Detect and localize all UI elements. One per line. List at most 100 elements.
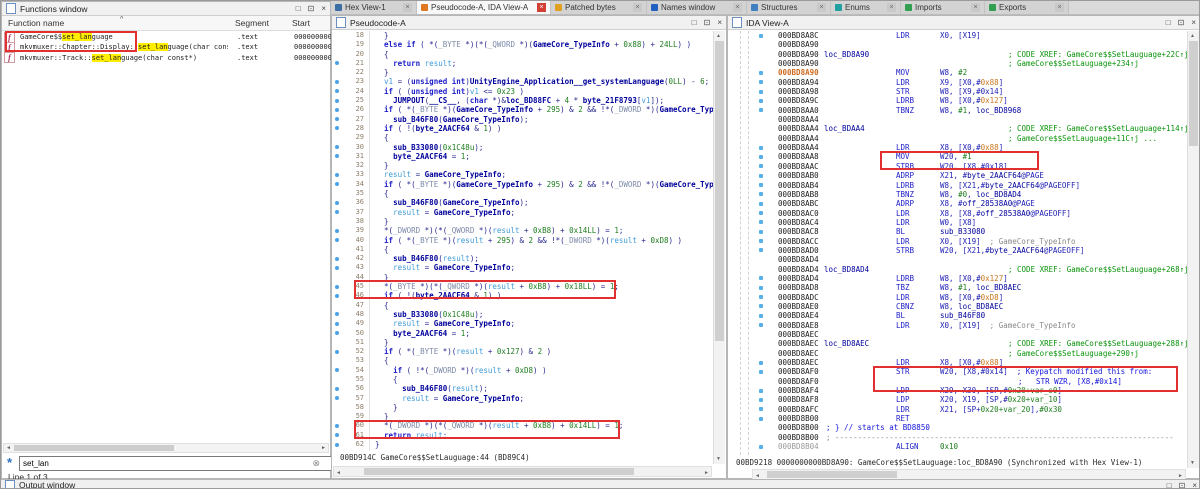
pseudocode-view[interactable]: 18 } 19 else if ( *(_BYTE *)(*(_QWORD *)(…: [332, 31, 713, 451]
pseudocode-line[interactable]: 42 sub_B46F80(result);: [332, 254, 713, 263]
asm-line[interactable]: 000BD8B04 ALIGN 0x10: [728, 442, 1188, 451]
asm-line[interactable]: 000BD8AD0 STRB W20, [X21,#byte_2AACF64@PAG…: [728, 246, 1188, 255]
tab-enums[interactable]: Enums ×: [831, 1, 901, 14]
asm-line[interactable]: 000BD8AA0 TBNZ W8, #1, loc_BD8968: [728, 106, 1188, 115]
clear-search-icon[interactable]: ⊗: [312, 458, 320, 469]
pseudocode-line[interactable]: 47 {: [332, 301, 713, 310]
asm-line[interactable]: 000BD8AA4 loc_BDAA4 ; CODE XREF: GameCore$…: [728, 124, 1188, 133]
close-button[interactable]: ×: [717, 17, 722, 28]
pseudocode-line[interactable]: 37 result = GameCore_TypeInfo;: [332, 208, 713, 217]
tab-close-icon[interactable]: ×: [817, 3, 826, 12]
search-input[interactable]: [19, 456, 336, 471]
asm-line[interactable]: 000BD8AFC LDR X21, [SP+0x20+var_20],#0x30: [728, 405, 1188, 414]
asm-line[interactable]: 000BD8A90: [728, 40, 1188, 49]
restore-button[interactable]: ⊡: [704, 17, 711, 28]
asm-line[interactable]: 000BD8A94 LDR X9, [X0,#0x88]: [728, 78, 1188, 87]
asm-line[interactable]: 000BD8AAC STRB W20, [X8,#0x18]: [728, 162, 1188, 171]
ida-vertical-scrollbar[interactable]: ▲ ▼: [1187, 31, 1199, 468]
asm-line[interactable]: 000BD8AEC loc_BD8AEC ; CODE XREF: GameCore…: [728, 339, 1188, 348]
pseudocode-line[interactable]: 48 sub_B33080(0x1C48u);: [332, 310, 713, 319]
pseudocode-line[interactable]: 20 {: [332, 50, 713, 59]
pseudocode-line[interactable]: 56 sub_B46F80(result);: [332, 384, 713, 393]
pseudocode-line[interactable]: 41 {: [332, 245, 713, 254]
scroll-up-icon[interactable]: ▲: [716, 32, 721, 40]
tab-names-window[interactable]: Names window ×: [647, 1, 747, 14]
functions-horizontal-scrollbar[interactable]: ◄ ►: [3, 443, 329, 453]
scroll-right-icon[interactable]: ►: [321, 444, 326, 452]
pseudocode-line[interactable]: 25 JUMPOUT(__CS__, (char *)&loc_BD88FC +…: [332, 96, 713, 105]
pseudocode-line[interactable]: 33 result = GameCore_TypeInfo;: [332, 170, 713, 179]
asm-line[interactable]: 000BD8AC8 BL sub_B33080: [728, 227, 1188, 236]
close-button[interactable]: ×: [1192, 480, 1197, 489]
asm-line[interactable]: 000BD8A90 loc_BD8A90 ; CODE XREF: GameCore…: [728, 50, 1188, 59]
pseudocode-horizontal-scrollbar[interactable]: ◄ ►: [333, 466, 712, 477]
pseudocode-line[interactable]: 62}: [332, 440, 713, 449]
asm-line[interactable]: 000BD8AC4 LDR W0, [X8]: [728, 218, 1188, 227]
disassembly-view[interactable]: 000BD8A8C LDR X0, [X19] 000BD8A90 000BD8A90 l…: [728, 31, 1188, 453]
asm-line[interactable]: 000BD8AB8 TBNZ W8, #0, loc_BD8AD4: [728, 190, 1188, 199]
pseudocode-line[interactable]: 49 result = GameCore_TypeInfo;: [332, 319, 713, 328]
asm-line[interactable]: 000BD8A90 ; GameCore$$SetLauguage+234↑j: [728, 59, 1188, 68]
scrollbar-thumb[interactable]: [767, 471, 897, 478]
asm-line[interactable]: 000BD8AA4: [728, 115, 1188, 124]
pseudocode-line[interactable]: 26 if ( *(_BYTE *)(GameCore_TypeInfo + 2…: [332, 105, 713, 114]
pseudocode-line[interactable]: 31 byte_2AACF64 = 1;: [332, 152, 713, 161]
asm-line[interactable]: 000BD8A9C LDRB W8, [X0,#0x127]: [728, 96, 1188, 105]
asm-line[interactable]: 000BD8A98 STR W8, [X9,#0x14]: [728, 87, 1188, 96]
minimize-button[interactable]: □: [296, 3, 301, 14]
restore-button[interactable]: ⊡: [308, 3, 315, 14]
pseudocode-line[interactable]: 19 else if ( *(_BYTE *)(*(_QWORD *)(Game…: [332, 40, 713, 49]
asm-line[interactable]: 000BD8AF8 LDP X20, X19, [SP,#0x20+var_10]: [728, 395, 1188, 404]
column-header-start[interactable]: Start: [292, 18, 310, 28]
function-row[interactable]: fGameCore$$set_language.text0000000000: [4, 31, 331, 43]
scroll-down-icon[interactable]: ▼: [716, 455, 721, 463]
function-row[interactable]: f mkvmuxer::Chapter::Display::set_languag…: [4, 41, 331, 53]
pseudocode-line[interactable]: 38 }: [332, 217, 713, 226]
pseudocode-line[interactable]: 58 }: [332, 403, 713, 412]
pseudocode-line[interactable]: 24 if ( (unsigned int)v1 <= 0x23 ): [332, 87, 713, 96]
asm-line[interactable]: 000BD8AA4 LDR X8, [X0,#0x88]: [728, 143, 1188, 152]
pseudocode-line[interactable]: 61 return result;: [332, 431, 713, 440]
pseudocode-line[interactable]: 39 *(_DWORD *)(*(_QWORD *)(result + 0xB8…: [332, 226, 713, 235]
asm-line[interactable]: 000BD8AE4 BL sub_B46F80: [728, 311, 1188, 320]
tab-close-icon[interactable]: ×: [537, 3, 546, 12]
tab-pseudocode-a-ida-view-a[interactable]: Pseudocode-A, IDA View-A ×: [417, 1, 551, 14]
pseudocode-line[interactable]: 30 sub_B33080(0x1C48u);: [332, 143, 713, 152]
pseudocode-line[interactable]: 22 }: [332, 68, 713, 77]
close-button[interactable]: ×: [1191, 17, 1196, 28]
close-button[interactable]: ×: [321, 3, 326, 14]
asm-line[interactable]: 000BD8AA4 ; GameCore$$SetLauguage+11C↑j .…: [728, 134, 1188, 143]
pseudocode-line[interactable]: 40 if ( *(_BYTE *)(result + 295) & 2 && …: [332, 236, 713, 245]
pseudocode-line[interactable]: 27 sub_B46F80(GameCore_TypeInfo);: [332, 115, 713, 124]
pseudocode-line[interactable]: 35 {: [332, 189, 713, 198]
pseudocode-line[interactable]: 23 v1 = (unsigned int)UnityEngine_Applic…: [332, 77, 713, 86]
asm-line[interactable]: 000BD8A8C LDR X0, [X19]: [728, 31, 1188, 40]
tab-close-icon[interactable]: ×: [633, 3, 642, 12]
pseudocode-line[interactable]: 45 *(_BYTE *)(*(_QWORD *)(result + 0xB8)…: [332, 282, 713, 291]
asm-line[interactable]: 000BD8AEC: [728, 330, 1188, 339]
scrollbar-thumb[interactable]: [14, 445, 174, 451]
asm-line[interactable]: 000BD8AE0 CBNZ W8, loc_BD8AEC: [728, 302, 1188, 311]
asm-line[interactable]: 000BD8AEC LDR X8, [X0,#0x88]: [728, 358, 1188, 367]
pseudocode-line[interactable]: 51 }: [332, 338, 713, 347]
restore-button[interactable]: ⊡: [1178, 17, 1185, 28]
output-window-titlebar[interactable]: Output window □ ⊡ ×: [1, 479, 1199, 489]
tab-close-icon[interactable]: ×: [403, 3, 412, 12]
tab-close-icon[interactable]: ×: [887, 3, 896, 12]
pseudocode-line[interactable]: 28 if ( !(byte_2AACF64 & 1) ): [332, 124, 713, 133]
asm-line[interactable]: 000BD8B00 RET: [728, 414, 1188, 423]
pseudocode-vertical-scrollbar[interactable]: ▲ ▼: [713, 31, 725, 464]
pseudocode-line[interactable]: 50 byte_2AACF64 = 1;: [332, 329, 713, 338]
asm-line[interactable]: 000BD8AF0 ; STR WZR, [X8,#0x14]: [728, 377, 1188, 386]
asm-line[interactable]: 000BD8ABC ADRP X8, #off_28538A0@PAGE: [728, 199, 1188, 208]
asm-line[interactable]: 000BD8A90 MOV W8, #2: [728, 68, 1188, 77]
asm-line[interactable]: 000BD8AD4 LDRB W8, [X0,#0x127]: [728, 274, 1188, 283]
pseudocode-line[interactable]: 18 }: [332, 31, 713, 40]
pseudocode-line[interactable]: 29 {: [332, 133, 713, 142]
column-header-function-name[interactable]: Function name: [8, 18, 64, 28]
tab-exports[interactable]: Exports ×: [985, 1, 1069, 14]
asm-line[interactable]: 000BD8AC0 LDR X8, [X8,#off_28538A0@PAGEOFF…: [728, 209, 1188, 218]
scroll-left-icon[interactable]: ◄: [336, 469, 341, 477]
tab-structures[interactable]: Structures ×: [747, 1, 831, 14]
pseudocode-line[interactable]: 54 if ( !*(_DWORD *)(result + 0xD8) ): [332, 366, 713, 375]
